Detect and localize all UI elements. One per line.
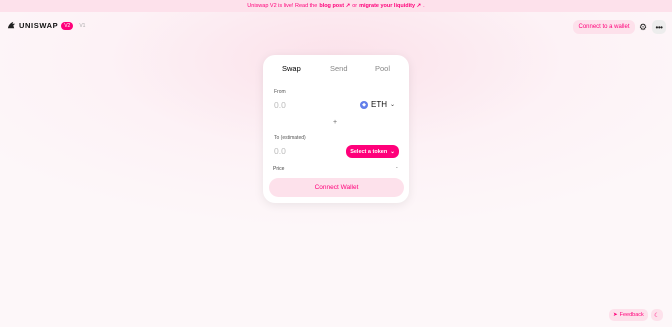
swap-tabs: Swap Send Pool	[263, 64, 409, 76]
unicorn-logo-icon	[7, 21, 16, 29]
price-value: -	[396, 165, 398, 171]
moon-icon: ☾	[654, 312, 660, 319]
from-amount-input[interactable]: 0.0	[274, 100, 286, 110]
banner-text-prefix: Uniswap V2 is live! Read the	[247, 3, 318, 9]
chevron-down-icon: ⌄	[390, 102, 396, 108]
tab-swap[interactable]: Swap	[282, 64, 301, 73]
to-amount-input[interactable]: 0.0	[274, 146, 286, 156]
banner-text-suffix: .	[423, 3, 425, 9]
tab-send[interactable]: Send	[330, 64, 348, 73]
more-menu-button[interactable]: •••	[652, 20, 666, 34]
from-token-symbol: ETH	[371, 100, 387, 109]
connect-wallet-button[interactable]: Connect to a wallet	[573, 20, 635, 34]
connect-wallet-main-button[interactable]: Connect Wallet	[269, 178, 404, 197]
dark-mode-toggle[interactable]: ☾	[650, 309, 663, 321]
logo-text: UNISWAP	[19, 21, 59, 30]
version-v1-toggle[interactable]: V1	[76, 22, 88, 30]
settings-button[interactable]: ⚙	[636, 20, 650, 34]
feedback-label: Feedback	[619, 312, 644, 318]
feedback-button[interactable]: ➤ Feedback	[609, 309, 648, 321]
header: UNISWAP V2 V1 Connect to a wallet ⚙ •••	[0, 14, 672, 40]
announcement-banner: Uniswap V2 is live! Read the blog post ↗…	[0, 0, 672, 12]
banner-text-middle: or	[352, 3, 358, 9]
logo[interactable]: UNISWAP V2 V1	[7, 21, 88, 30]
price-label: Price	[273, 166, 285, 172]
chevron-down-icon: ⌄	[390, 148, 395, 155]
from-label: From	[274, 89, 286, 95]
eth-icon: ◆	[360, 100, 368, 109]
tab-pool[interactable]: Pool	[375, 64, 390, 73]
send-icon: ➤	[613, 312, 618, 318]
to-label: To (estimated)	[274, 135, 306, 141]
select-token-label: Select a token	[350, 148, 388, 155]
plus-icon: +	[333, 119, 338, 126]
to-input-panel: To (estimated) 0.0 Select a token ⌄	[271, 131, 401, 165]
migrate-liquidity-link[interactable]: migrate your liquidity ↗	[359, 3, 421, 9]
from-input-panel: From 0.0 ◆ ETH ⌄	[271, 85, 401, 119]
footer-controls: ➤ Feedback ☾	[609, 309, 663, 321]
from-token-selector[interactable]: ◆ ETH ⌄	[360, 100, 395, 109]
more-icon: •••	[655, 22, 663, 32]
gear-icon: ⚙	[638, 21, 648, 32]
blog-post-link[interactable]: blog post ↗	[319, 3, 350, 9]
version-v2-toggle[interactable]: V2	[61, 21, 74, 30]
select-token-button[interactable]: Select a token ⌄	[346, 145, 399, 158]
swap-card: Swap Send Pool From 0.0 ◆ ETH ⌄ + To (es…	[263, 55, 409, 203]
